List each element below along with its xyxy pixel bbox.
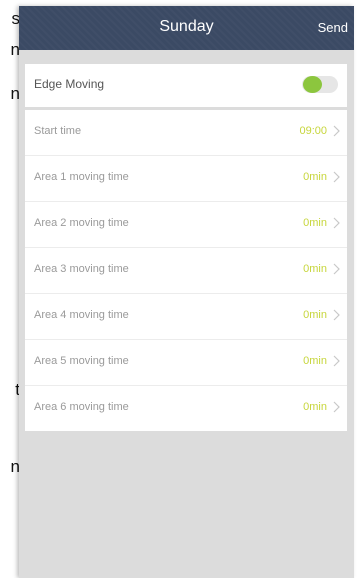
chevron-right-icon	[333, 401, 340, 413]
background-page-text: s n n t n	[0, 0, 20, 578]
area-3-moving-time-row[interactable]: Area 3 moving time 0min	[25, 248, 347, 294]
chevron-right-icon	[333, 217, 340, 229]
row-label: Start time	[34, 125, 82, 137]
row-label: Area 2 moving time	[34, 217, 129, 229]
area-6-moving-time-row[interactable]: Area 6 moving time 0min	[25, 386, 347, 431]
chevron-right-icon	[333, 125, 340, 137]
background-text-fragment: n	[10, 84, 20, 103]
schedule-list: Start time 09:00 Area 1 moving time 0min…	[25, 110, 347, 431]
edge-moving-card: Edge Moving	[25, 64, 347, 107]
background-text-fragment: n	[10, 40, 20, 59]
row-label: Area 6 moving time	[34, 401, 129, 413]
row-value: 0min	[303, 401, 327, 413]
navigation-bar: Sunday Send	[19, 6, 354, 50]
chevron-right-icon	[333, 355, 340, 367]
background-text-fragment: t	[15, 380, 20, 399]
row-value: 0min	[303, 217, 327, 229]
area-5-moving-time-row[interactable]: Area 5 moving time 0min	[25, 340, 347, 386]
background-text-fragment: s	[11, 9, 21, 28]
row-label: Area 3 moving time	[34, 263, 129, 275]
chevron-right-icon	[333, 309, 340, 321]
edge-moving-label: Edge Moving	[34, 77, 105, 91]
page-title: Sunday	[159, 18, 214, 35]
start-time-row[interactable]: Start time 09:00	[25, 110, 347, 156]
row-value: 09:00	[299, 125, 327, 137]
send-button[interactable]: Send	[318, 20, 348, 35]
toggle-knob	[303, 76, 322, 93]
edge-moving-toggle[interactable]	[302, 76, 338, 93]
row-label: Area 1 moving time	[34, 171, 129, 183]
row-label: Area 4 moving time	[34, 309, 129, 321]
chevron-right-icon	[333, 171, 340, 183]
row-value: 0min	[303, 171, 327, 183]
area-1-moving-time-row[interactable]: Area 1 moving time 0min	[25, 156, 347, 202]
area-4-moving-time-row[interactable]: Area 4 moving time 0min	[25, 294, 347, 340]
row-value: 0min	[303, 263, 327, 275]
area-2-moving-time-row[interactable]: Area 2 moving time 0min	[25, 202, 347, 248]
background-text-fragment: n	[10, 457, 20, 476]
row-value: 0min	[303, 309, 327, 321]
row-value: 0min	[303, 355, 327, 367]
phone-screen: Sunday Send Edge Moving Start time 09:00…	[19, 6, 354, 578]
chevron-right-icon	[333, 263, 340, 275]
row-label: Area 5 moving time	[34, 355, 129, 367]
